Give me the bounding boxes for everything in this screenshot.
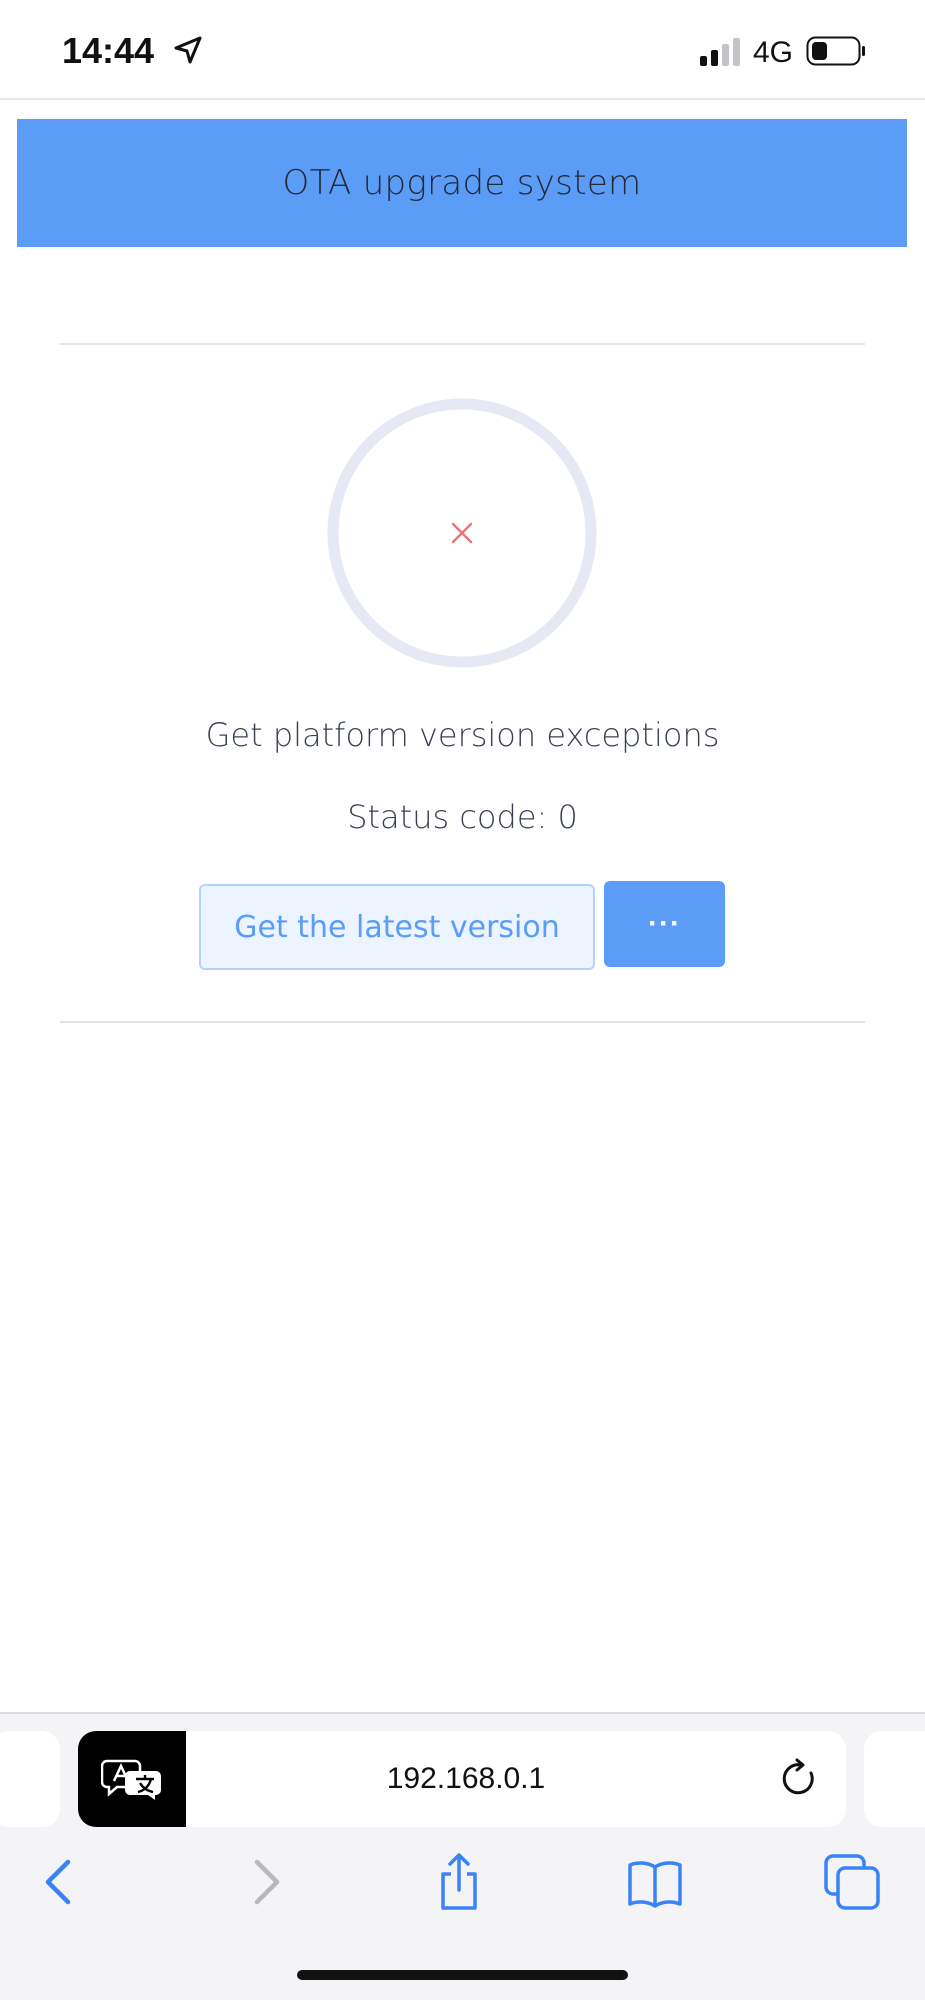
translate-icon [101, 1759, 161, 1800]
browser-toolbar: 192.168.0.1 [0, 1712, 925, 2000]
reload-icon[interactable] [778, 1757, 820, 1799]
status-bar: 14:44 4G [0, 0, 925, 100]
header-banner: OTA upgrade system [17, 119, 907, 247]
address-bar[interactable]: 192.168.0.1 [78, 1731, 846, 1827]
forward-icon[interactable] [233, 1852, 293, 1912]
network-label: 4G [753, 36, 794, 69]
previous-tab-preview[interactable] [0, 1731, 60, 1827]
more-options-button[interactable]: ··· [604, 881, 725, 967]
result-message: Get platform version exceptions [205, 716, 720, 754]
next-tab-preview[interactable] [864, 1731, 925, 1827]
bookmarks-icon[interactable] [625, 1852, 685, 1912]
cellular-signal-icon [700, 38, 740, 66]
get-latest-version-button[interactable]: Get the latest version [199, 884, 595, 970]
divider [60, 343, 865, 345]
translate-button[interactable] [78, 1731, 186, 1827]
url-text[interactable]: 192.168.0.1 [186, 1731, 746, 1827]
tabs-icon[interactable] [822, 1852, 882, 1912]
home-indicator [297, 1970, 628, 1980]
battery-icon [806, 36, 865, 66]
status-code: Status code: 0 [347, 798, 578, 836]
divider [60, 1021, 865, 1023]
back-icon[interactable] [32, 1852, 92, 1912]
page-title: OTA upgrade system [282, 163, 642, 203]
error-x-icon [451, 522, 473, 544]
status-time: 14:44 [62, 30, 155, 71]
share-icon[interactable] [429, 1852, 489, 1912]
location-arrow-icon [174, 36, 202, 64]
